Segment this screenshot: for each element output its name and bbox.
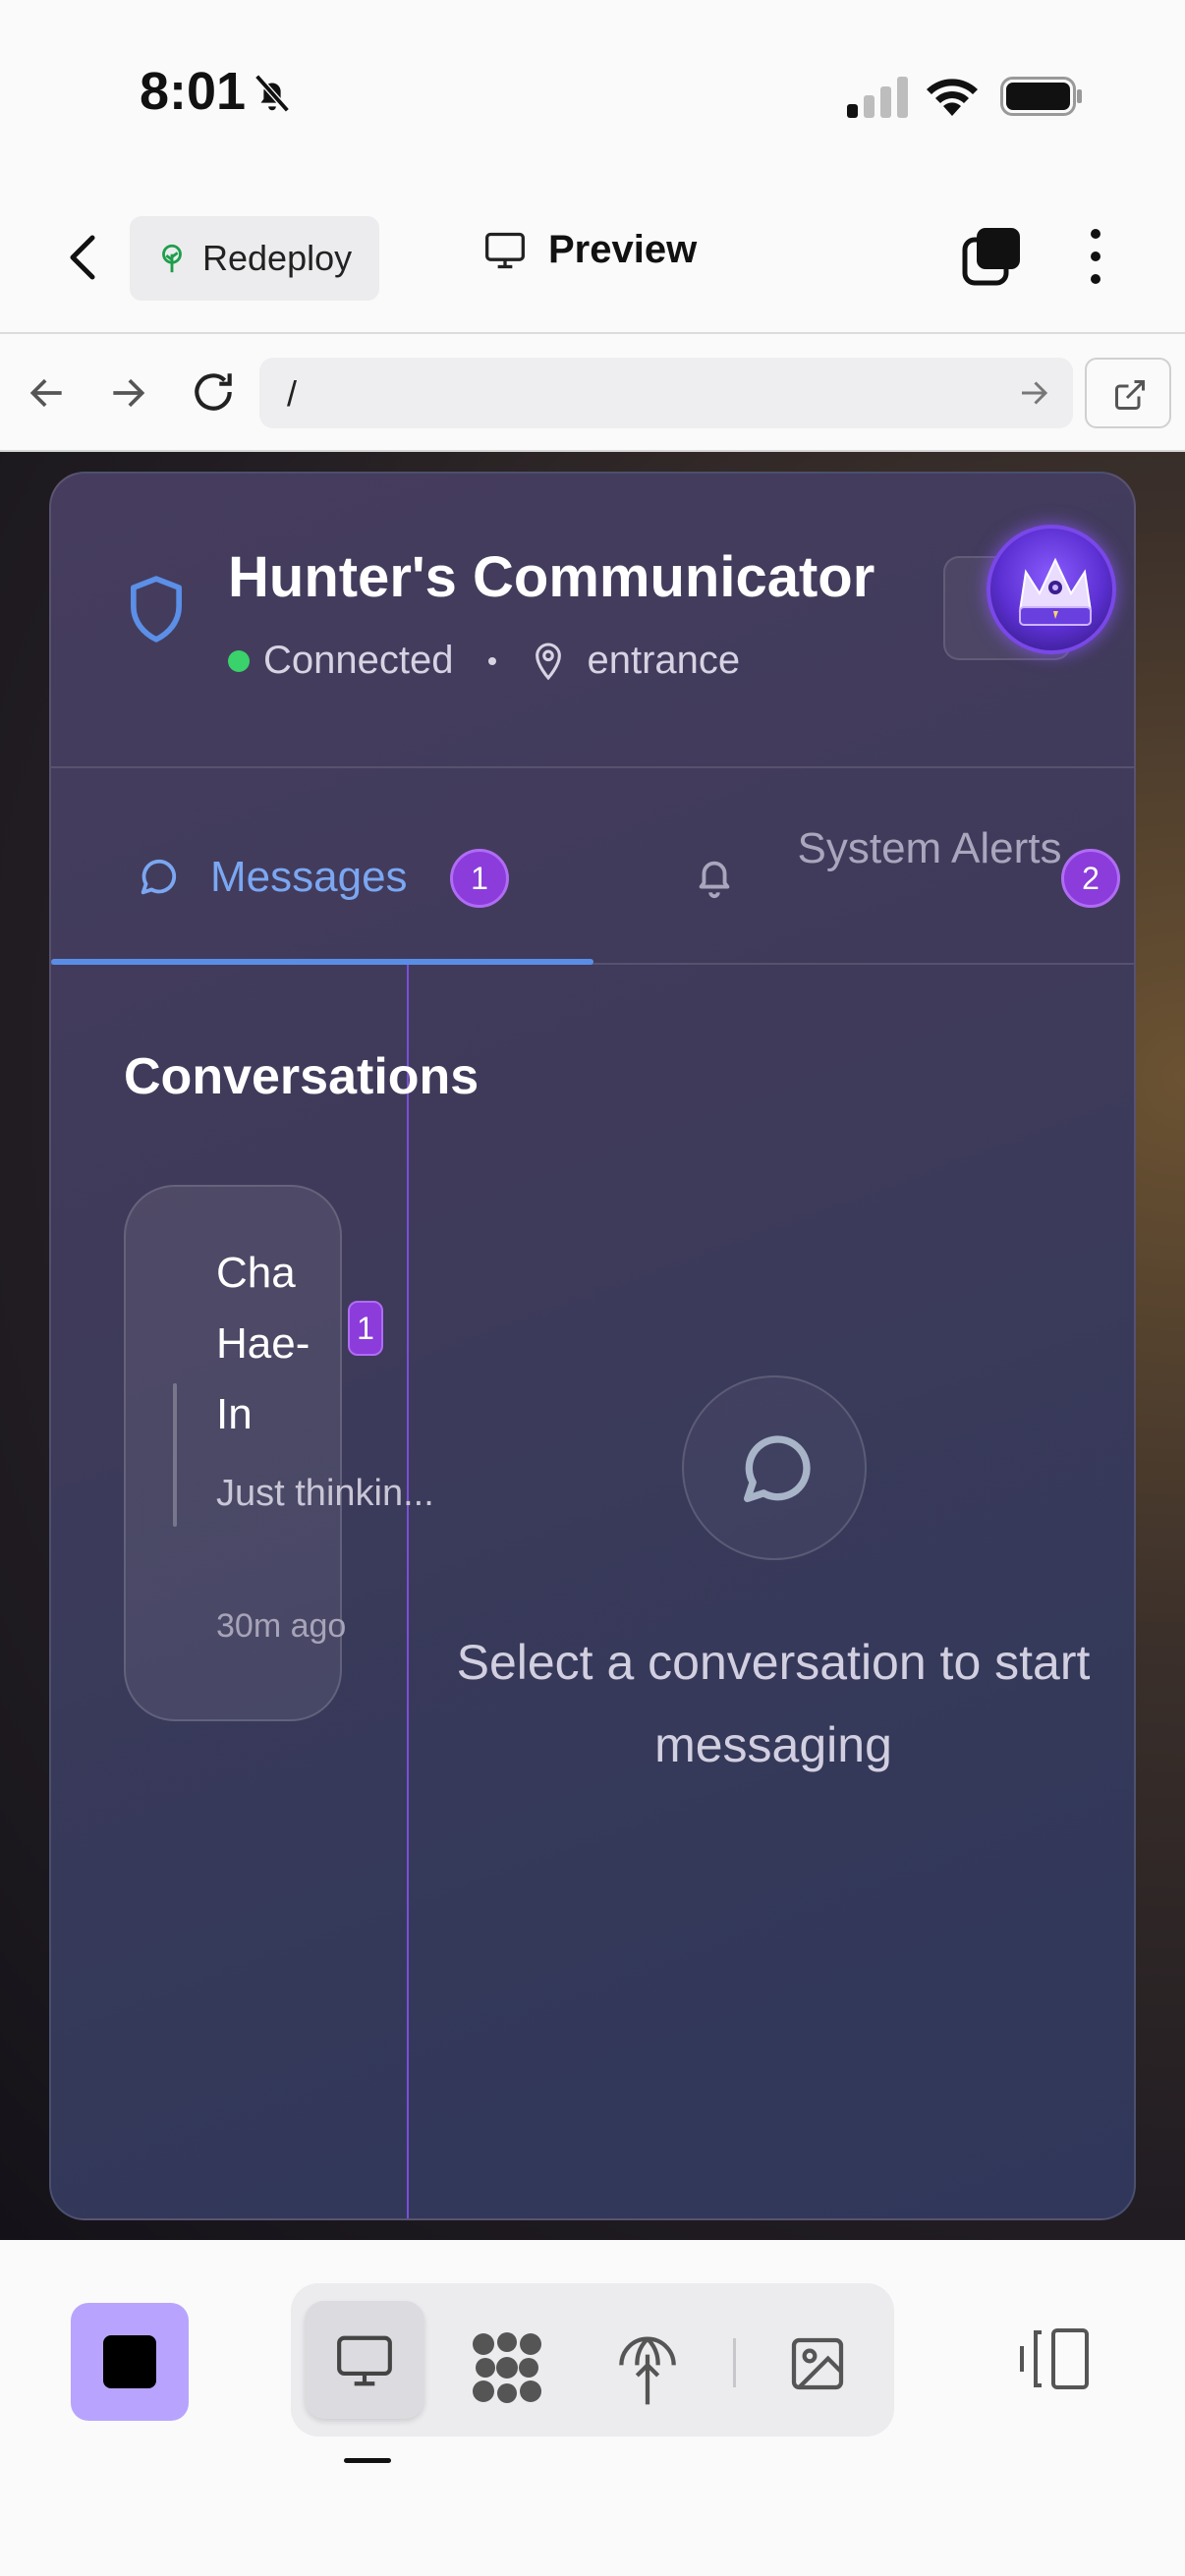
status-bar: 8:01 (0, 0, 1185, 187)
active-mode-indicator (344, 2458, 391, 2463)
crown-avatar[interactable] (987, 525, 1116, 654)
conversations-panel: Conversations Cha Hae-In Just thinkin...… (51, 965, 479, 2218)
cellular-signal-icon (847, 77, 908, 118)
tree-icon (162, 244, 182, 273)
tab-system-alerts[interactable]: System Alerts 2 (593, 768, 1134, 965)
tabs-switcher-icon[interactable] (961, 226, 1022, 287)
tab-system-alerts-label: System Alerts (797, 824, 1062, 872)
conversation-name: Cha Hae-In (216, 1249, 310, 1438)
go-arrow-icon[interactable] (1016, 375, 1051, 411)
alerts-count-badge: 2 (1061, 849, 1120, 908)
external-link-icon (1115, 380, 1145, 410)
conversation-time: 30m ago (216, 1607, 347, 1645)
mode-divider (733, 2338, 736, 2387)
message-icon (141, 859, 177, 895)
conversation-indicator (173, 1383, 177, 1527)
arrow-right-icon[interactable] (106, 371, 149, 415)
desktop-icon (337, 2335, 392, 2386)
open-external-button[interactable] (1085, 358, 1171, 428)
tab-row: Messages 1 System Alerts 2 (51, 768, 1134, 965)
preview-button[interactable]: Preview (483, 228, 697, 272)
empty-state-icon-circle (682, 1375, 867, 1560)
shield-icon (131, 576, 182, 643)
back-chevron-icon[interactable] (57, 228, 106, 287)
conversations-title: Conversations (124, 1048, 480, 1105)
monitor-icon (485, 232, 525, 268)
panel-toggle-icon[interactable] (1018, 2326, 1091, 2391)
stop-icon (103, 2335, 156, 2388)
separator-dot (488, 656, 497, 665)
bottom-bar (0, 2240, 1185, 2576)
stop-button[interactable] (71, 2303, 189, 2421)
tab-messages[interactable]: Messages 1 (51, 768, 593, 965)
app-title: Hunter's Communicator (228, 545, 875, 609)
wifi-icon (927, 79, 978, 116)
conversation-preview: Just thinkin... (216, 1473, 434, 1514)
empty-state: Select a conversation to start messaging (409, 965, 1134, 2218)
reload-icon[interactable] (189, 367, 238, 417)
tab-messages-label: Messages (210, 853, 408, 901)
url-text: / (287, 373, 298, 414)
communicator-card: Hunter's Communicator Connected entrance (49, 472, 1136, 2220)
desktop-mode-button[interactable] (305, 2301, 424, 2419)
bell-off-icon (254, 74, 290, 113)
conversation-unread-badge: 1 (348, 1301, 383, 1356)
app-toolbar: Redeploy Preview (0, 187, 1185, 334)
view-mode-group (291, 2283, 894, 2436)
arrow-left-icon[interactable] (26, 371, 69, 415)
nodes-icon[interactable] (470, 2330, 544, 2405)
bell-icon (699, 861, 730, 899)
connection-status: Connected (263, 639, 454, 682)
card-header: Hunter's Communicator Connected entrance (51, 474, 1134, 768)
location-label: entrance (587, 639, 741, 682)
url-bar: / (0, 336, 1185, 452)
connection-status-row: Connected entrance (228, 639, 740, 683)
conversation-item[interactable]: Cha Hae-In Just thinkin... 30m ago (124, 1185, 434, 1721)
empty-state-text: Select a conversation to start messaging (456, 1635, 1091, 1772)
preview-webview: Hunter's Communicator Connected entrance (0, 452, 1185, 2240)
preview-label: Preview (548, 228, 698, 271)
crown-icon (1018, 557, 1093, 626)
status-dot (228, 649, 250, 672)
image-icon[interactable] (786, 2332, 849, 2395)
chat-bubble-icon (744, 1435, 811, 1502)
messages-count-badge: 1 (450, 849, 509, 908)
location-pin-icon (536, 643, 562, 680)
deploy-icon[interactable] (615, 2328, 680, 2407)
redeploy-label: Redeploy (202, 238, 353, 278)
status-time: 8:01 (140, 62, 247, 121)
more-options-icon[interactable] (1081, 226, 1110, 287)
redeploy-button[interactable]: Redeploy (130, 216, 379, 301)
url-input[interactable]: / (259, 358, 1073, 428)
battery-icon (1000, 77, 1082, 116)
